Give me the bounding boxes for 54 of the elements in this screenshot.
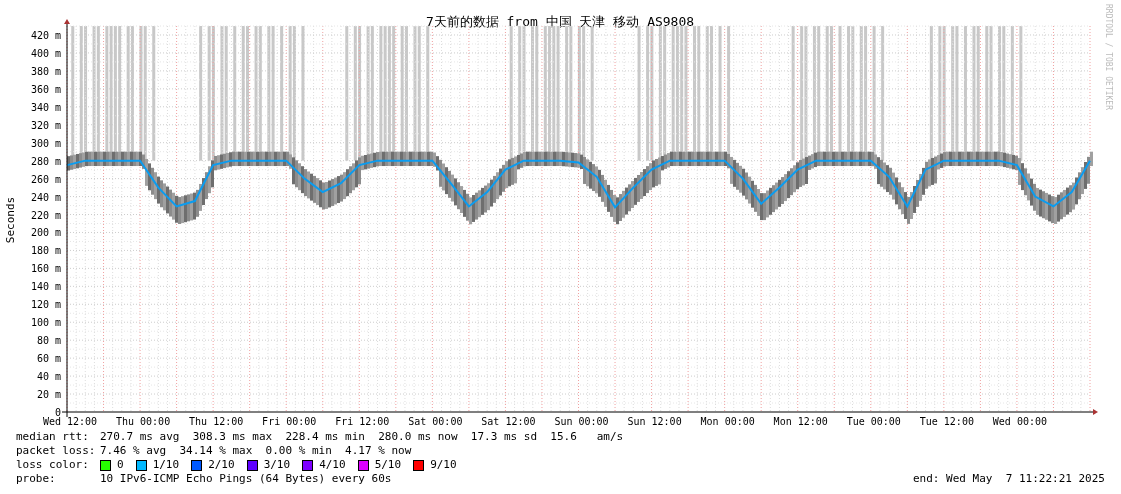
x-tick-label: Thu 12:00 (189, 416, 244, 427)
loss-color-label: 3/10 (263, 458, 291, 472)
y-tick-label: 320 m (30, 119, 61, 131)
y-tick-label: 280 m (30, 155, 61, 167)
watermark-credit: RRDTOOL / TOBI OETIKER (1104, 4, 1113, 110)
y-tick-label: 420 m (30, 30, 61, 41)
y-tick-label: 340 m (30, 101, 61, 113)
x-tick-label: Fri 00:00 (262, 416, 317, 427)
x-tick-label: Sun 12:00 (627, 416, 682, 427)
y-tick-label: 0 (54, 407, 61, 418)
x-tick-label: Tue 12:00 (919, 416, 974, 427)
x-tick-label: Wed 00:00 (992, 416, 1047, 427)
y-tick-label: 60 m (36, 353, 61, 365)
packet-loss-stats: 7.46 % avg 34.14 % max 0.00 % min 4.17 % now (100, 444, 412, 458)
x-tick-label: Fri 12:00 (335, 416, 390, 427)
y-tick-label: 240 m (30, 191, 61, 203)
chart-title: 7天前的数据 from 中国 天津 移动 AS9808 (425, 14, 695, 29)
y-tick-label: 160 m (30, 263, 61, 275)
y-tick-label: 20 m (36, 389, 61, 401)
legend-label: median rtt: (16, 430, 90, 444)
y-tick-label: 80 m (36, 335, 61, 347)
x-tick-label: Sat 00:00 (408, 416, 463, 427)
loss-color-label: 5/10 (374, 458, 402, 472)
x-tick-label: Sun 00:00 (554, 416, 609, 427)
y-axis-label: Seconds (4, 196, 17, 244)
loss-color-label: 0 (117, 458, 124, 472)
probe-description: 10 IPv6-ICMP Echo Pings (64 Bytes) every 60s (100, 472, 392, 486)
median-rtt-stats: 270.7 ms avg 308.3 ms max 228.4 ms min 280.0 ms now 17.3 ms sd 15.6 am/s (100, 430, 624, 444)
legend-label: probe: (16, 472, 57, 486)
y-tick-label: 220 m (30, 209, 61, 221)
y-tick-label: 360 m (30, 83, 61, 95)
y-tick-label: 180 m (30, 245, 61, 257)
legend-label: packet loss: (16, 444, 97, 458)
x-tick-label: Mon 00:00 (700, 416, 755, 427)
y-tick-label: 380 m (30, 65, 61, 77)
x-tick-label: Mon 12:00 (773, 416, 828, 427)
legend-label: loss color: (16, 458, 90, 472)
y-tick-label: 100 m (30, 317, 61, 329)
x-tick-label: Wed 12:00 (42, 416, 98, 427)
y-tick-label: 120 m (30, 299, 61, 311)
x-tick-label: Thu 00:00 (116, 416, 171, 427)
y-tick-label: 400 m (30, 47, 61, 59)
loss-color-label: 9/10 (430, 458, 457, 472)
y-tick-label: 40 m (36, 371, 61, 383)
y-tick-label: 300 m (30, 137, 61, 149)
loss-color-label: 4/10 (319, 458, 346, 472)
x-tick-label: Tue 00:00 (846, 416, 901, 427)
end-time: end: Wed May 7 11:22:21 2025 (912, 472, 1105, 486)
loss-color-label: 1/10 (152, 458, 180, 472)
y-tick-label: 200 m (30, 227, 61, 239)
y-tick-label: 260 m (30, 173, 61, 185)
loss-color-label: 2/10 (208, 458, 235, 472)
x-tick-label: Sat 12:00 (481, 416, 536, 427)
y-tick-label: 140 m (30, 281, 61, 293)
